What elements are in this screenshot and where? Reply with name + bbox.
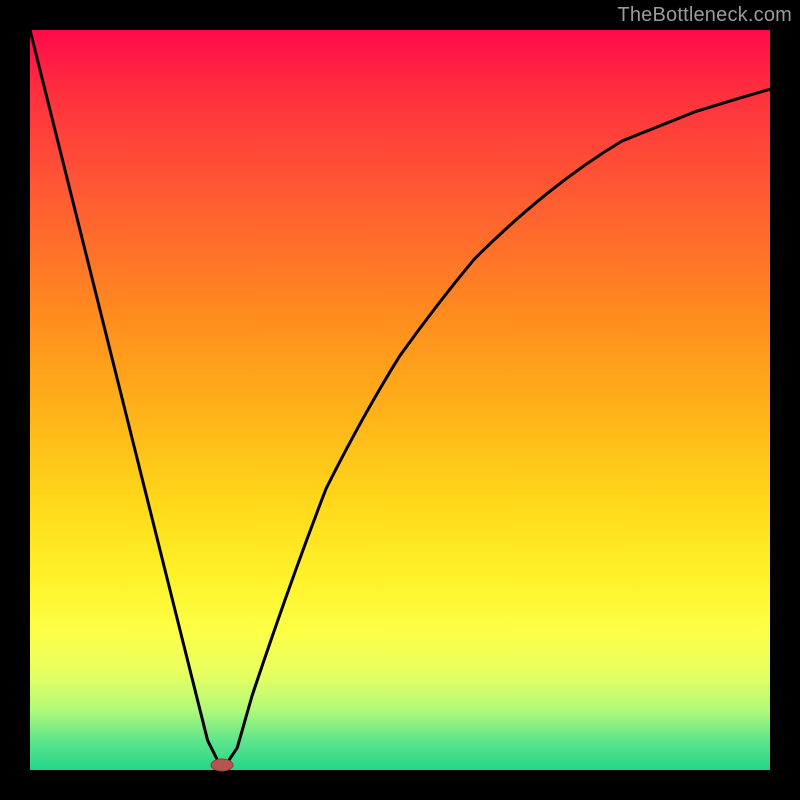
bottleneck-curve bbox=[30, 30, 770, 770]
watermark-text: TheBottleneck.com bbox=[617, 4, 792, 27]
min-point-marker bbox=[211, 759, 233, 771]
chart-frame: TheBottleneck.com bbox=[0, 0, 800, 800]
plot-svg bbox=[30, 30, 770, 770]
plot-area bbox=[30, 30, 770, 770]
